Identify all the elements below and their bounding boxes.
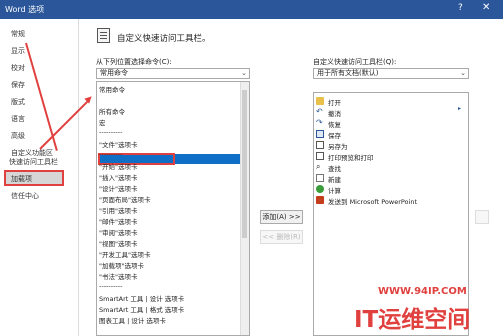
new-icon [316, 174, 324, 182]
nav-item-save[interactable]: 保存 [11, 80, 25, 90]
nav-item-quick-access[interactable]: 快速访问工具栏 [9, 157, 58, 167]
list-separator: ---------- [99, 128, 123, 136]
page-title: 自定义快速访问工具栏。 [117, 34, 211, 44]
choose-from-value: 常用命令 [100, 69, 128, 77]
customize-label: 自定义快速访问工具栏(Q): [313, 58, 397, 66]
customize-for-combo[interactable]: 用于所有文档(默认) ⌄ [313, 68, 469, 79]
options-nav: 常规 显示 校对 保存 版式 语言 高级 自定义功能区 快速访问工具栏 加载项 … [0, 19, 79, 336]
qat-item-undo[interactable]: 撤消 [328, 108, 341, 118]
nav-item-proofing[interactable]: 校对 [11, 63, 25, 73]
watermark-brand: IT运维空间 [354, 307, 471, 333]
command-list[interactable]: 常用命令 不在功能区中的命令 所有命令 宏 ---------- "文件"选项卡… [96, 81, 250, 336]
qat-item-save-as[interactable]: 另存为 [328, 141, 348, 151]
watermark-url: WWW.94IP.COM [378, 286, 467, 297]
qat-item-new[interactable]: 新建 [328, 174, 341, 184]
nav-item-display[interactable]: 显示 [11, 46, 25, 56]
list-item[interactable]: "开发工具"选项卡 [99, 249, 150, 259]
list-item[interactable]: "邮件"选项卡 [99, 216, 137, 226]
qat-item-calc[interactable]: 计算 [328, 185, 341, 195]
nav-item-layout[interactable]: 版式 [11, 97, 25, 107]
list-separator: ---------- [99, 282, 123, 290]
list-item[interactable]: "视图"选项卡 [99, 238, 137, 248]
nav-item-trust-center[interactable]: 信任中心 [11, 191, 39, 201]
qat-item-send-ppt[interactable]: 发送到 Microsoft PowerPoint [328, 196, 417, 206]
remove-button[interactable]: << 删除(R) [260, 230, 303, 244]
list-item[interactable]: 所有命令 [99, 106, 125, 116]
list-item[interactable]: "文件"选项卡 [99, 139, 137, 149]
save-icon [316, 130, 324, 138]
list-item[interactable]: "设计"选项卡 [99, 183, 137, 193]
list-item[interactable]: 图表工具 | 设计 选项卡 [99, 315, 166, 325]
qat-item-save[interactable]: 保存 [328, 130, 341, 140]
list-item[interactable]: 常用命令 [99, 84, 125, 94]
list-item[interactable]: 宏 [99, 117, 106, 127]
redo-icon: ↷ [316, 118, 323, 127]
window-title: Word 选项 [5, 5, 45, 14]
list-item[interactable]: "引用"选项卡 [99, 205, 137, 215]
list-item[interactable]: "书法"选项卡 [99, 271, 137, 281]
submenu-arrow-icon: ▸ [458, 105, 462, 112]
nav-item-general[interactable]: 常规 [11, 29, 25, 39]
chevron-down-icon: ⌄ [241, 69, 247, 77]
list-item[interactable]: "审阅"选项卡 [99, 227, 137, 237]
quick-access-icon [97, 28, 110, 43]
print-preview-icon [316, 152, 324, 160]
list-scrollbar[interactable] [240, 82, 249, 335]
list-item[interactable]: SmartArt 工具 | 设计 选项卡 [99, 293, 184, 303]
nav-item-advanced[interactable]: 高级 [11, 131, 25, 141]
nav-item-addins[interactable]: 加载项 [11, 174, 32, 184]
list-item-selected[interactable]: 不在功能区中的命令 [99, 95, 158, 105]
help-button[interactable]: ? [458, 3, 463, 13]
title-bar: Word 选项 ? ✕ [0, 0, 503, 19]
customize-for-value: 用于所有文档(默认) [317, 69, 379, 77]
powerpoint-icon [316, 196, 324, 204]
scrollbar-thumb[interactable] [242, 90, 247, 238]
find-icon: ⌕ [316, 162, 321, 171]
calc-icon [316, 185, 324, 193]
qat-item-find[interactable]: 查找 [328, 163, 341, 173]
choose-from-combo[interactable]: 常用命令 ⌄ [96, 68, 250, 79]
add-button[interactable]: 添加(A) >> [260, 210, 303, 224]
list-item[interactable]: "开始"选项卡 [99, 161, 137, 171]
list-item[interactable]: SmartArt 工具 | 格式 选项卡 [99, 304, 184, 314]
close-button[interactable]: ✕ [482, 2, 490, 13]
move-down-button[interactable] [475, 210, 489, 224]
list-item[interactable]: "页面布局"选项卡 [99, 194, 150, 204]
chevron-down-icon: ⌄ [460, 69, 466, 77]
undo-icon: ↶ [316, 107, 323, 116]
list-item[interactable]: "加载项"选项卡 [99, 260, 144, 270]
qat-item-redo[interactable]: 恢复 [328, 119, 341, 129]
choose-from-label: 从下列位置选择命令(C): [96, 58, 172, 66]
list-item[interactable]: "插入"选项卡 [99, 172, 137, 182]
open-icon [316, 97, 324, 105]
list-separator: ---------- [99, 150, 123, 158]
qat-item-print-preview[interactable]: 打印预览和打印 [328, 152, 374, 162]
save-as-icon [316, 141, 324, 149]
qat-item-open[interactable]: 打开 [328, 97, 341, 107]
nav-item-language[interactable]: 语言 [11, 114, 25, 124]
